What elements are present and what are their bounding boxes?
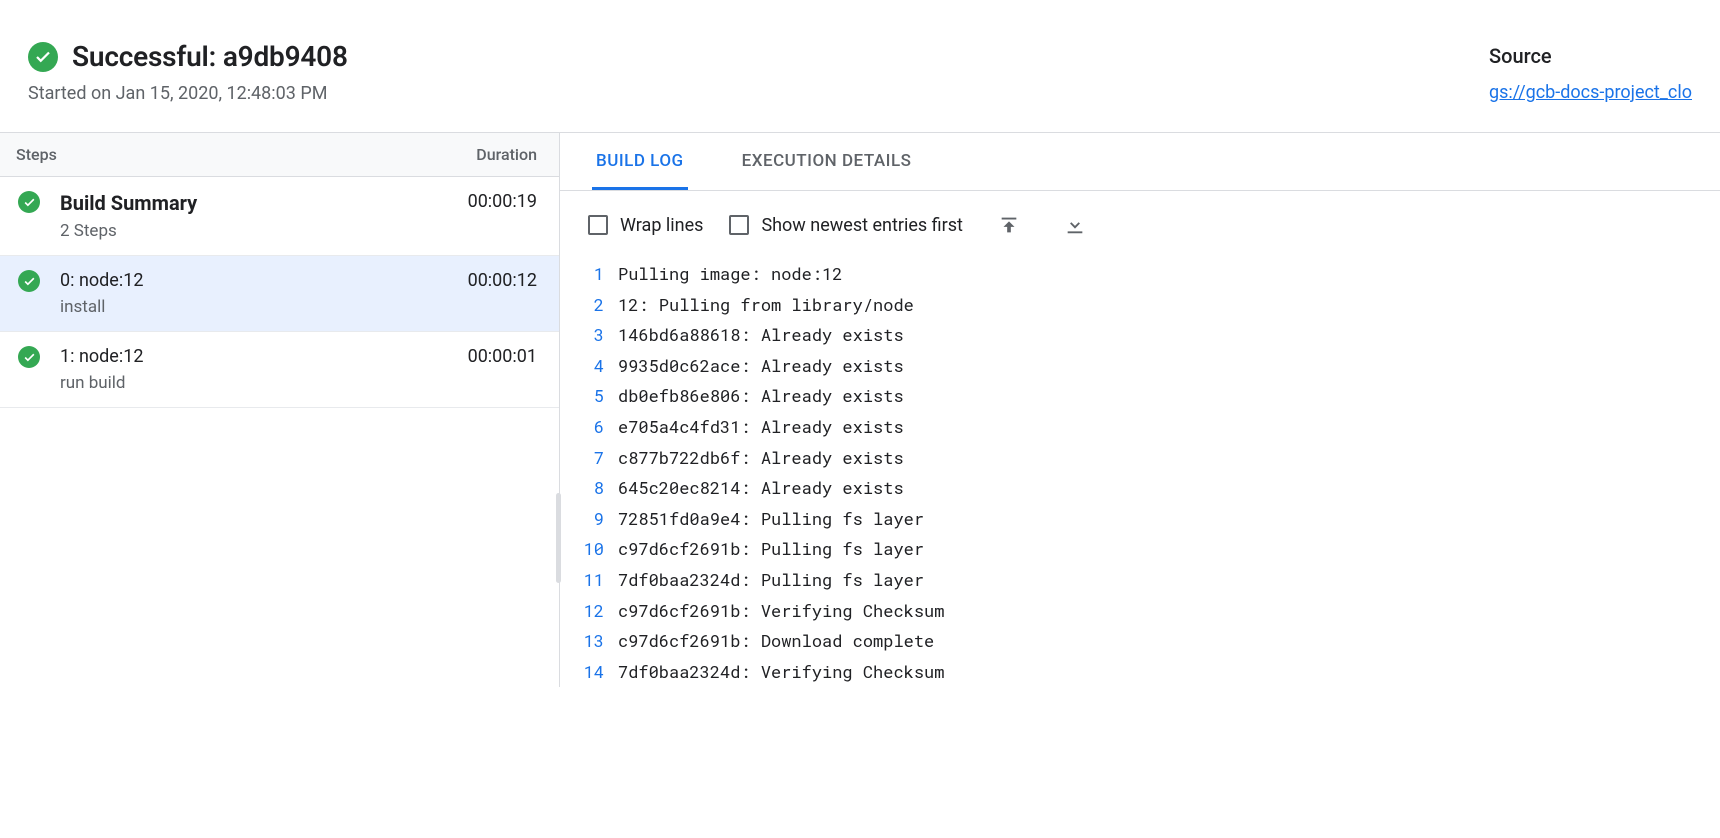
title-row: Successful: a9db9408 [28, 40, 348, 73]
tab-build-log[interactable]: BUILD LOG [592, 133, 688, 190]
header-left: Successful: a9db9408 Started on Jan 15, … [28, 40, 348, 104]
step-content: 1: node:12 run build 00:00:01 [60, 346, 537, 393]
log-line: 117df0baa2324d: Pulling fs layer [568, 565, 1720, 596]
wrap-lines-option[interactable]: Wrap lines [588, 215, 703, 236]
success-icon [18, 191, 40, 213]
line-text: c877b722db6f: Already exists [618, 443, 904, 474]
log-line: 5db0efb86e806: Already exists [568, 381, 1720, 412]
log-line: 212: Pulling from library/node [568, 290, 1720, 321]
line-number: 8 [568, 473, 618, 504]
line-text: c97d6cf2691b: Verifying Checksum [618, 596, 944, 627]
step-subtitle: run build [60, 373, 143, 393]
line-number: 12 [568, 596, 618, 627]
step-content: 0: node:12 install 00:00:12 [60, 270, 537, 317]
step-duration: 00:00:12 [468, 270, 537, 317]
checkbox-icon [729, 215, 749, 235]
line-number: 2 [568, 290, 618, 321]
content: Steps Duration Build Summary 2 Steps 00:… [0, 132, 1720, 687]
line-text: 9935d0c62ace: Already exists [618, 351, 904, 382]
log-panel: BUILD LOG EXECUTION DETAILS Wrap lines S… [560, 133, 1720, 687]
steps-panel: Steps Duration Build Summary 2 Steps 00:… [0, 133, 560, 687]
line-text: e705a4c4fd31: Already exists [618, 412, 904, 443]
line-text: 645c20ec8214: Already exists [618, 473, 904, 504]
log-line: 972851fd0a9e4: Pulling fs layer [568, 504, 1720, 535]
step-content: Build Summary 2 Steps 00:00:19 [60, 191, 537, 241]
line-number: 9 [568, 504, 618, 535]
checkbox-icon [588, 215, 608, 235]
line-text: db0efb86e806: Already exists [618, 381, 904, 412]
log-line: 8645c20ec8214: Already exists [568, 473, 1720, 504]
line-number: 14 [568, 657, 618, 688]
build-summary-duration: 00:00:19 [468, 191, 537, 241]
scrollbar[interactable] [556, 493, 561, 583]
header-right: Source gs://gcb-docs-project_clo [1489, 40, 1692, 103]
line-text: 72851fd0a9e4: Pulling fs layer [618, 504, 924, 535]
line-number: 5 [568, 381, 618, 412]
line-number: 6 [568, 412, 618, 443]
steps-header-label: Steps [16, 145, 57, 164]
log-line: 12c97d6cf2691b: Verifying Checksum [568, 596, 1720, 627]
log-line: 10c97d6cf2691b: Pulling fs layer [568, 534, 1720, 565]
line-number: 3 [568, 320, 618, 351]
build-summary-title: Build Summary [60, 191, 197, 215]
build-summary-subtitle: 2 Steps [60, 221, 197, 241]
line-number: 7 [568, 443, 618, 474]
log-toolbar: Wrap lines Show newest entries first [560, 191, 1720, 259]
line-text: 146bd6a88618: Already exists [618, 320, 904, 351]
line-text: 7df0baa2324d: Verifying Checksum [618, 657, 944, 688]
log-line: 1Pulling image: node:12 [568, 259, 1720, 290]
step-row[interactable]: 1: node:12 run build 00:00:01 [0, 332, 559, 408]
step-row[interactable]: 0: node:12 install 00:00:12 [0, 256, 559, 332]
line-text: 12: Pulling from library/node [618, 290, 914, 321]
step-title: 1: node:12 [60, 346, 143, 367]
page-title: Successful: a9db9408 [72, 40, 348, 73]
source-link[interactable]: gs://gcb-docs-project_clo [1489, 82, 1692, 103]
scroll-to-top-button[interactable] [989, 205, 1029, 245]
success-icon [18, 346, 40, 368]
page-header: Successful: a9db9408 Started on Jan 15, … [0, 0, 1720, 132]
started-timestamp: Started on Jan 15, 2020, 12:48:03 PM [28, 83, 348, 104]
newest-first-label: Show newest entries first [761, 215, 962, 236]
wrap-lines-label: Wrap lines [620, 215, 703, 236]
source-label: Source [1489, 44, 1692, 68]
success-icon [18, 270, 40, 292]
line-number: 11 [568, 565, 618, 596]
tab-execution-details[interactable]: EXECUTION DETAILS [738, 133, 916, 190]
tabs: BUILD LOG EXECUTION DETAILS [560, 133, 1720, 191]
log-view[interactable]: 1Pulling image: node:12212: Pulling from… [560, 259, 1720, 687]
build-summary-row[interactable]: Build Summary 2 Steps 00:00:19 [0, 177, 559, 256]
line-text: c97d6cf2691b: Pulling fs layer [618, 534, 924, 565]
log-line: 3146bd6a88618: Already exists [568, 320, 1720, 351]
log-line: 7c877b722db6f: Already exists [568, 443, 1720, 474]
step-duration: 00:00:01 [468, 346, 537, 393]
log-line: 147df0baa2324d: Verifying Checksum [568, 657, 1720, 688]
log-line: 6e705a4c4fd31: Already exists [568, 412, 1720, 443]
line-number: 1 [568, 259, 618, 290]
log-line: 13c97d6cf2691b: Download complete [568, 626, 1720, 657]
line-text: 7df0baa2324d: Pulling fs layer [618, 565, 924, 596]
duration-header-label: Duration [476, 145, 537, 164]
line-number: 10 [568, 534, 618, 565]
line-text: Pulling image: node:12 [618, 259, 842, 290]
log-line: 49935d0c62ace: Already exists [568, 351, 1720, 382]
line-number: 4 [568, 351, 618, 382]
step-subtitle: install [60, 297, 143, 317]
line-number: 13 [568, 626, 618, 657]
step-title: 0: node:12 [60, 270, 143, 291]
download-button[interactable] [1055, 205, 1095, 245]
success-icon [28, 42, 58, 72]
newest-first-option[interactable]: Show newest entries first [729, 215, 962, 236]
steps-header: Steps Duration [0, 133, 559, 177]
line-text: c97d6cf2691b: Download complete [618, 626, 934, 657]
